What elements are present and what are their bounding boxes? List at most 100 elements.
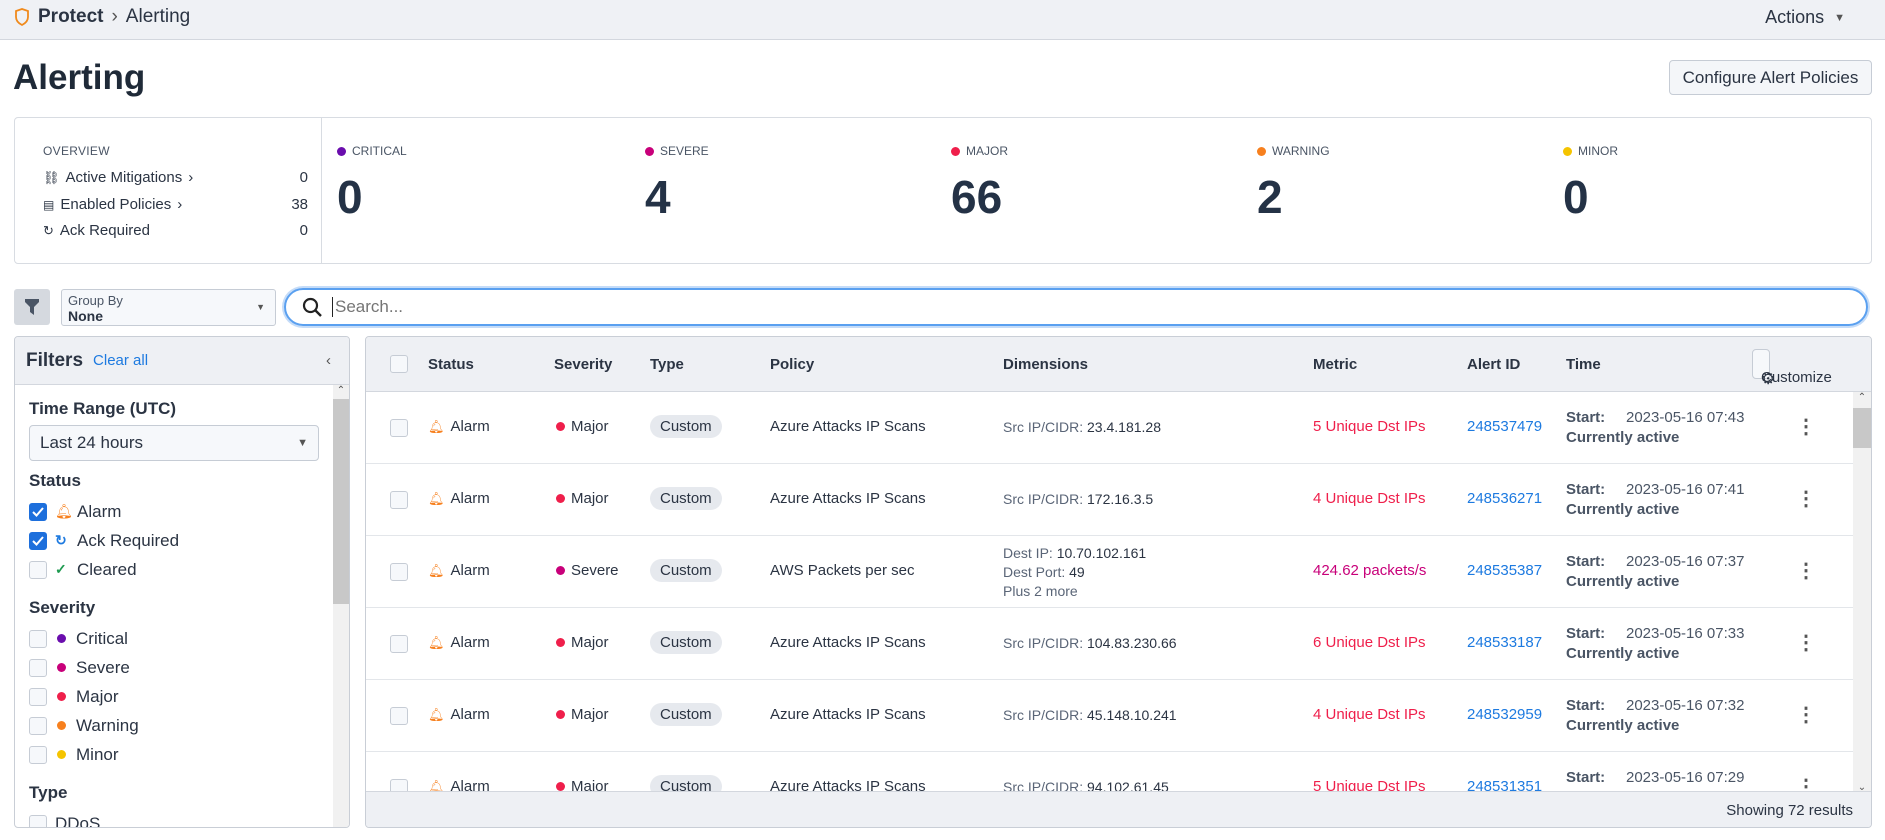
kebab-menu-icon[interactable]: ⋮ (1796, 702, 1816, 727)
enabled-policies-link[interactable]: ▤ Enabled Policies › 38 (43, 196, 308, 213)
severity-text: Major (571, 634, 609, 651)
severity-filter-critical[interactable]: Critical (29, 624, 319, 653)
configure-alert-policies-button[interactable]: Configure Alert Policies (1669, 60, 1872, 95)
status-filter-cleared[interactable]: ✓ Cleared (29, 555, 319, 584)
table-row[interactable]: 🔔︎ Alarm Major Custom Azure Attacks IP Scans… (366, 680, 1854, 752)
checkbox[interactable] (29, 658, 47, 677)
checkbox[interactable] (29, 687, 47, 706)
severity-dot-icon (556, 494, 565, 503)
column-header-severity[interactable]: Severity (554, 356, 612, 373)
scroll-up-icon[interactable]: ⌃ (1853, 392, 1871, 408)
table-row[interactable]: 🔔︎ Alarm Major Custom Azure Attacks IP Scans… (366, 608, 1854, 680)
overview-value: 0 (299, 169, 308, 186)
type-badge: Custom (650, 415, 722, 438)
table-row[interactable]: 🔔︎ Alarm Severe Custom AWS Packets per sec De… (366, 536, 1854, 608)
checkbox[interactable] (29, 560, 47, 579)
row-checkbox[interactable] (390, 563, 408, 581)
alert-id-link[interactable]: 248536271 (1467, 490, 1542, 507)
severity-filter-major[interactable]: Major (29, 682, 319, 711)
kebab-menu-icon[interactable]: ⋮ (1796, 558, 1816, 583)
row-checkbox[interactable] (390, 491, 408, 509)
filter-toggle-button[interactable] (14, 289, 50, 325)
severity-dot-icon (556, 782, 565, 791)
checkbox[interactable] (29, 716, 47, 735)
severity-dot-icon (57, 663, 66, 672)
severity-filter-warning[interactable]: Warning (29, 711, 319, 740)
check-icon: ✓ (55, 561, 67, 577)
severity-count-value: 0 (1563, 171, 1589, 223)
dimension-value: 23.4.181.28 (1087, 419, 1161, 435)
dimension-line: Dest IP: 10.70.102.161 (1003, 544, 1146, 563)
table-scrollbar[interactable]: ⌃ ⌄ (1853, 392, 1871, 793)
alert-id-link[interactable]: 248535387 (1467, 562, 1542, 579)
severity-dot-icon (556, 422, 565, 431)
filters-scrollbar[interactable]: ⌃ (333, 385, 349, 827)
status-filter-alarm[interactable]: 🔔︎ Alarm (29, 497, 319, 526)
filter-label: Major (76, 686, 119, 706)
clear-all-link[interactable]: Clear all (93, 352, 148, 369)
checkbox[interactable] (29, 629, 47, 648)
kebab-menu-icon[interactable]: ⋮ (1796, 486, 1816, 511)
active-mitigations-link[interactable]: ⛓ Active Mitigations › 0 (43, 169, 308, 186)
filters-header: Filters Clear all ‹ (15, 337, 349, 385)
column-header-policy[interactable]: Policy (770, 356, 814, 373)
type-filter-ddos[interactable]: DDoS (29, 809, 319, 827)
time-state: Currently active (1566, 573, 1680, 590)
checkbox[interactable] (29, 814, 47, 827)
severity-cell: Major (556, 634, 609, 651)
alert-id-link[interactable]: 248532959 (1467, 706, 1542, 723)
severity-filter-minor[interactable]: Minor (29, 740, 319, 769)
time-cell: Start: 2023-05-16 07:37 Currently active (1566, 552, 1744, 592)
severity-dot-icon (57, 634, 66, 643)
dimensions-cell: Src IP/CIDR: 45.148.10.241 (1003, 706, 1177, 725)
severity-filter-severe[interactable]: Severe (29, 653, 319, 682)
start-time: 2023-05-16 07:33 (1626, 625, 1745, 642)
row-checkbox[interactable] (390, 707, 408, 725)
dimension-line: Plus 2 more (1003, 582, 1146, 601)
scrollbar-thumb[interactable] (333, 399, 349, 604)
row-checkbox[interactable] (390, 635, 408, 653)
time-range-select[interactable]: Last 24 hours ▼ (29, 425, 319, 461)
actions-label: Actions (1765, 7, 1825, 27)
severity-dot-icon (556, 710, 565, 719)
time-state: Currently active (1566, 645, 1680, 662)
type-filter-label: Type (29, 783, 68, 802)
checkbox[interactable] (29, 745, 47, 764)
column-header-alert-id[interactable]: Alert ID (1467, 356, 1520, 373)
group-by-label: Group By (68, 293, 123, 308)
bell-icon: 🔔︎ (428, 490, 445, 506)
column-header-metric[interactable]: Metric (1313, 356, 1357, 373)
kebab-menu-icon[interactable]: ⋮ (1796, 630, 1816, 655)
column-header-status[interactable]: Status (428, 356, 474, 373)
time-range-label: Time Range (UTC) (29, 399, 177, 418)
customize-button[interactable]: ⚙ Customize (1752, 349, 1832, 388)
table-row[interactable]: 🔔︎ Alarm Major Custom Azure Attacks IP Scans… (366, 752, 1854, 793)
dimension-value: 104.83.230.66 (1087, 635, 1177, 651)
checkbox[interactable] (29, 502, 47, 521)
actions-menu[interactable]: Actions ▼ (1765, 7, 1845, 28)
column-header-time[interactable]: Time (1566, 356, 1601, 373)
status-filter-ack-required[interactable]: ↻ Ack Required (29, 526, 319, 555)
checkbox[interactable] (29, 531, 47, 550)
column-header-dimensions[interactable]: Dimensions (1003, 356, 1088, 373)
search-input[interactable] (332, 297, 1866, 317)
overview-value: 38 (291, 196, 308, 213)
select-all-checkbox[interactable] (390, 355, 408, 373)
alert-id-link[interactable]: 248537479 (1467, 418, 1542, 435)
filter-label: Ack Required (77, 530, 180, 550)
breadcrumb-protect[interactable]: Protect (38, 6, 103, 28)
group-by-select[interactable]: Group By None ▼ (61, 289, 276, 326)
column-header-type[interactable]: Type (650, 356, 684, 373)
table-row[interactable]: 🔔︎ Alarm Major Custom Azure Attacks IP Scans… (366, 392, 1854, 464)
scroll-up-icon[interactable]: ⌃ (333, 385, 349, 399)
metric-cell: 6 Unique Dst IPs (1313, 634, 1426, 651)
status-text: Alarm (450, 490, 490, 507)
kebab-menu-icon[interactable]: ⋮ (1796, 414, 1816, 439)
table-row[interactable]: 🔔︎ Alarm Major Custom Azure Attacks IP Scans… (366, 464, 1854, 536)
row-checkbox[interactable] (390, 419, 408, 437)
time-start: Start: 2023-05-16 07:37 (1566, 552, 1744, 572)
collapse-chevron-icon[interactable]: ‹ (326, 352, 331, 369)
alert-id-link[interactable]: 248533187 (1467, 634, 1542, 651)
scrollbar-thumb[interactable] (1853, 408, 1871, 448)
search-bar[interactable] (284, 288, 1868, 326)
